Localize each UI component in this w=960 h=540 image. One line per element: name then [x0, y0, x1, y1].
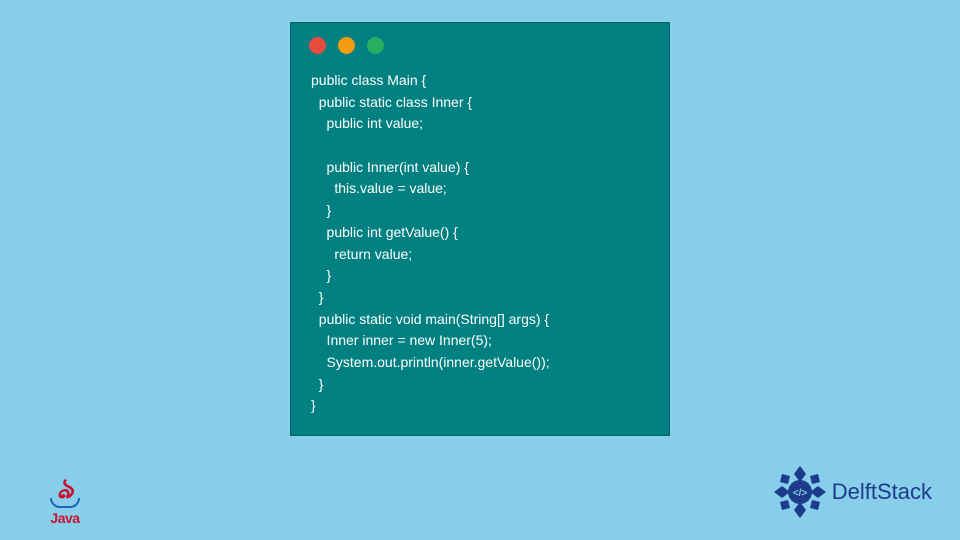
svg-text:</>: </>: [793, 488, 808, 499]
code-window: public class Main { public static class …: [290, 22, 670, 436]
delftstack-logo-text: DelftStack: [832, 479, 932, 505]
delftstack-icon: </>: [772, 464, 828, 520]
window-controls: [291, 23, 669, 64]
code-block: public class Main { public static class …: [291, 64, 669, 417]
java-cup-icon: [50, 498, 80, 508]
window-dot-yellow: [338, 37, 355, 54]
java-steam-icon: ঌ: [57, 478, 74, 500]
window-dot-green: [367, 37, 384, 54]
window-dot-red: [309, 37, 326, 54]
java-logo-text: Java: [50, 510, 79, 526]
delftstack-logo: </> DelftStack: [772, 464, 932, 520]
java-logo: ঌ Java: [40, 458, 90, 526]
